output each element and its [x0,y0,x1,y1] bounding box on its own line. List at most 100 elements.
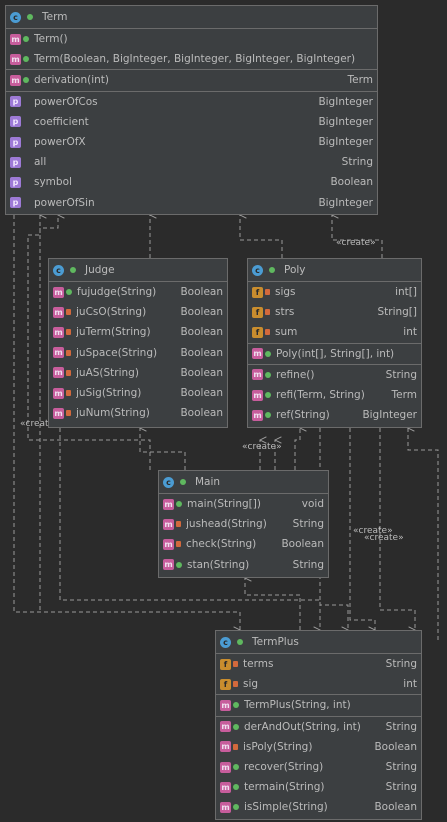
member-name: juNum(String) [76,407,150,420]
class-term-header[interactable]: c Term [6,6,377,29]
private-icon [176,541,181,548]
member-row[interactable]: p powerOfX BigInteger [6,132,377,152]
class-termplus-header[interactable]: c TermPlus [216,631,421,654]
public-icon [23,36,29,43]
property-icon: p [10,197,21,209]
public-icon [237,639,243,645]
member-row[interactable]: m refine() String [248,365,421,385]
member-row[interactable]: m isPoly(String) Boolean [216,737,421,757]
member-row[interactable]: m Poly(int[], String[], int) [248,344,421,364]
class-poly-header[interactable]: c Poly [248,259,421,282]
member-type: Boolean [180,387,223,400]
member-row[interactable]: m juNum(String) Boolean [49,403,227,423]
class-icon: c [163,476,174,488]
member-row[interactable]: m derivation(int) Term [6,70,377,90]
member-row[interactable]: p symbol Boolean [6,172,377,192]
member-row[interactable]: m juCsO(String) Boolean [49,302,227,322]
public-icon [265,392,271,399]
edge-termplus-main [245,578,301,630]
no-visibility [23,139,29,145]
no-visibility [23,159,29,165]
member-name: juSpace(String) [76,346,158,359]
class-icon: c [53,264,64,276]
member-row[interactable]: p powerOfSin BigInteger [6,193,377,213]
public-icon [176,561,182,568]
method-icon: m [252,369,263,381]
member-type: Boolean [180,306,223,319]
private-icon [66,309,71,316]
member-row[interactable]: p powerOfCos BigInteger [6,92,377,112]
member-row[interactable]: m ref(String) BigInteger [248,405,421,425]
class-main[interactable]: c Main m main(String[]) void m jushead(Stri… [158,470,329,578]
public-icon [233,702,239,709]
class-judge-header[interactable]: c Judge [49,259,227,282]
member-type: int [403,326,417,339]
class-termplus[interactable]: c TermPlus f terms String f sig int m TermPlu… [215,630,422,820]
class-main-header[interactable]: c Main [159,471,328,494]
public-icon [265,412,271,419]
method-icon: m [53,367,64,379]
member-row[interactable]: m fujudge(String) Boolean [49,282,227,302]
member-name: Term() [34,33,68,46]
method-icon: m [10,53,21,65]
member-type: BigInteger [318,196,373,209]
method-icon: m [163,498,174,510]
member-name: sum [275,326,298,339]
class-poly[interactable]: c Poly f sigs int[] f strs String[] f sum int … [247,258,422,428]
member-row[interactable]: m stan(String) String [159,555,328,575]
member-name: TermPlus(String, int) [244,699,351,712]
member-row[interactable]: m juTerm(String) Boolean [49,322,227,342]
member-name: Term(Boolean, BigInteger, BigInteger, Bi… [34,53,356,66]
term-constructors: m Term() m Term(Boolean, BigInteger, BigIn… [6,29,377,71]
member-name: sig [243,678,259,691]
member-type: BigInteger [318,115,373,128]
member-row[interactable]: m recover(String) String [216,757,421,777]
class-icon: c [10,11,21,23]
member-row[interactable]: m check(String) Boolean [159,534,328,554]
member-row[interactable]: p all String [6,152,377,172]
member-row[interactable]: m Term() [6,29,377,49]
member-row[interactable]: m refi(Term, String) Term [248,385,421,405]
poly-methods: m refine() String m refi(Term, String) Term … [248,365,421,426]
class-judge[interactable]: c Judge m fujudge(String) Boolean m juCsO(S… [48,258,228,428]
member-row[interactable]: m jushead(String) String [159,514,328,534]
member-row[interactable]: f sigs int[] [248,282,421,302]
property-icon: p [10,176,21,188]
member-type: void [301,498,324,511]
member-row[interactable]: m isSimple(String) Boolean [216,797,421,817]
member-name: juTerm(String) [76,326,151,339]
member-row[interactable]: f terms String [216,654,421,674]
member-type: Boolean [180,366,223,379]
member-row[interactable]: m juSpace(String) Boolean [49,343,227,363]
termplus-fields: f terms String f sig int [216,654,421,696]
private-icon [233,661,238,668]
member-row[interactable]: m TermPlus(String, int) [216,695,421,715]
member-row[interactable]: f strs String[] [248,302,421,322]
member-name: termain(String) [244,781,325,794]
method-icon: m [53,286,64,298]
private-icon [265,289,270,296]
member-name: refine() [276,368,315,381]
edge-poly-create-term [332,215,383,258]
edge-termplus-poly [408,428,439,640]
member-name: powerOfSin [34,196,95,209]
public-icon [180,479,186,485]
member-row[interactable]: m Term(Boolean, BigInteger, BigInteger, B… [6,49,377,69]
member-row[interactable]: m termain(String) String [216,777,421,797]
member-row[interactable]: m juAS(String) Boolean [49,363,227,383]
member-name: symbol [34,176,72,189]
class-judge-name: Judge [85,264,115,276]
member-row[interactable]: p coefficient BigInteger [6,112,377,132]
member-name: terms [243,658,274,671]
private-icon [66,390,71,397]
member-row[interactable]: f sig int [216,674,421,694]
member-row[interactable]: m juSig(String) Boolean [49,383,227,403]
member-row[interactable]: f sum int [248,322,421,342]
member-name: all [34,156,47,169]
member-type: String [292,518,324,531]
member-row[interactable]: m derAndOut(String, int) String [216,717,421,737]
public-icon [265,350,271,357]
member-type: String [385,761,417,774]
member-row[interactable]: m main(String[]) void [159,494,328,514]
class-term[interactable]: c Term m Term() m Term(Boolean, BigInteger… [5,5,378,215]
